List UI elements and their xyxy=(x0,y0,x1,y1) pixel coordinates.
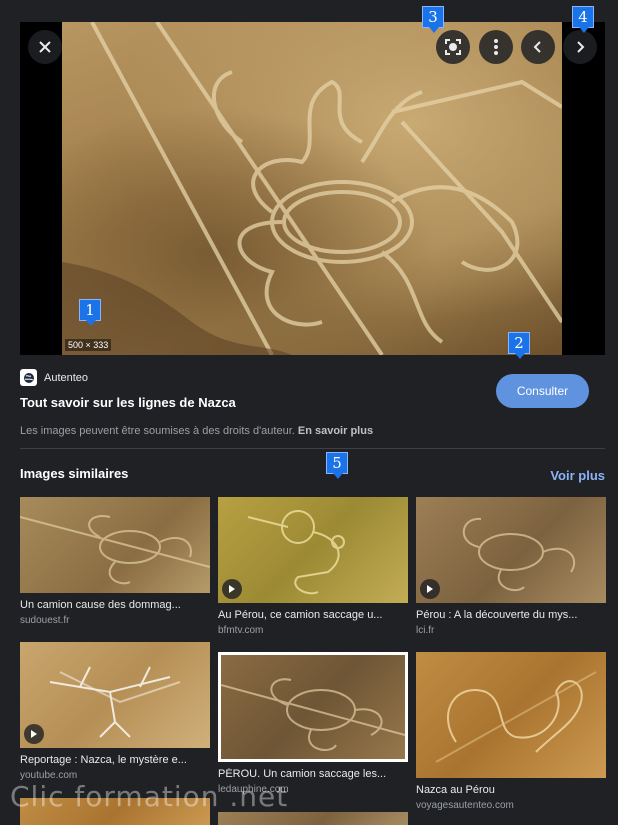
globe-icon xyxy=(20,369,37,386)
preview-image[interactable]: 500 × 333 xyxy=(62,22,562,355)
play-icon xyxy=(222,579,242,599)
similar-card-title: PÉROU. Un camion saccage les... xyxy=(218,768,387,780)
learn-more-link[interactable]: En savoir plus xyxy=(298,425,373,437)
similar-card[interactable]: Pérou : A la découverte du mys... lci.fr xyxy=(416,497,606,636)
lens-icon xyxy=(444,38,462,56)
nazca-condor-thumbnail xyxy=(49,666,181,738)
close-button[interactable] xyxy=(28,30,62,64)
similar-thumbnail[interactable] xyxy=(416,497,606,603)
similar-card[interactable]: Reportage : Nazca, le mystère e... youtu… xyxy=(20,642,210,781)
divider xyxy=(20,448,605,449)
annotation-marker-3: 3 xyxy=(422,6,444,33)
image-dimensions: 500 × 333 xyxy=(65,339,112,351)
close-icon xyxy=(38,40,52,54)
similar-card[interactable]: Au Pérou, ce camion saccage u... bfmtv.c… xyxy=(218,497,408,636)
image-title[interactable]: Tout savoir sur les lignes de Nazca xyxy=(20,395,236,410)
chevron-right-icon xyxy=(575,40,585,54)
play-icon xyxy=(420,579,440,599)
similar-thumbnail[interactable] xyxy=(218,497,408,603)
next-button[interactable] xyxy=(563,30,597,64)
similar-thumbnail[interactable] xyxy=(218,812,408,825)
similar-card-partial[interactable] xyxy=(218,812,408,825)
similar-images-heading: Images similaires xyxy=(20,466,129,481)
source-name: Autenteo xyxy=(44,371,89,384)
copyright-notice: Les images peuvent être soumises à des d… xyxy=(20,425,373,437)
similar-card-title: Nazca au Pérou xyxy=(416,784,495,796)
similar-card-source: sudouest.fr xyxy=(20,615,70,626)
annotation-marker-4: 4 xyxy=(572,6,594,33)
annotation-marker-5: 5 xyxy=(326,452,348,479)
image-preview: 500 × 333 xyxy=(20,22,605,355)
nazca-monkey-thumbnail xyxy=(435,671,597,763)
similar-card-title: Reportage : Nazca, le mystère e... xyxy=(20,754,187,766)
play-icon xyxy=(24,724,44,744)
similar-card-source: voyagesautenteo.com xyxy=(416,800,514,811)
similar-thumbnail[interactable] xyxy=(416,652,606,778)
annotation-marker-2: 2 xyxy=(508,332,530,359)
more-vert-icon xyxy=(493,38,499,56)
similar-card-title: Au Pérou, ce camion saccage u... xyxy=(218,609,383,621)
nazca-spider-drawing xyxy=(62,22,562,355)
watermark: Clic formation .net xyxy=(10,780,289,813)
similar-card[interactable]: Un camion cause des dommag... sudouest.f… xyxy=(20,497,210,626)
similar-thumbnail[interactable] xyxy=(20,642,210,748)
more-options-button[interactable] xyxy=(479,30,513,64)
consult-button[interactable]: Consulter xyxy=(496,374,589,408)
similar-card[interactable]: PÉROU. Un camion saccage les... ledauphi… xyxy=(218,652,408,795)
similar-card-title: Un camion cause des dommag... xyxy=(20,599,181,611)
similar-thumbnail[interactable] xyxy=(218,652,408,762)
annotation-marker-1: 1 xyxy=(79,299,101,326)
similar-card-source: lci.fr xyxy=(416,625,435,636)
see-more-link[interactable]: Voir plus xyxy=(550,468,605,483)
similar-thumbnail[interactable] xyxy=(20,497,210,593)
nazca-bird-thumbnail xyxy=(247,510,345,595)
nazca-spider-thumbnail xyxy=(462,517,576,592)
nazca-spider-thumbnail xyxy=(221,678,405,751)
similar-card[interactable]: Nazca au Pérou voyagesautenteo.com xyxy=(416,652,606,811)
previous-button[interactable] xyxy=(521,30,555,64)
similar-card-title: Pérou : A la découverte du mys... xyxy=(416,609,578,621)
source-info[interactable]: Autenteo xyxy=(20,369,88,386)
rights-text: Les images peuvent être soumises à des d… xyxy=(20,425,295,437)
lens-button[interactable] xyxy=(436,30,470,64)
chevron-left-icon xyxy=(533,40,543,54)
nazca-spider-thumbnail xyxy=(20,515,210,585)
similar-card-source: bfmtv.com xyxy=(218,625,264,636)
